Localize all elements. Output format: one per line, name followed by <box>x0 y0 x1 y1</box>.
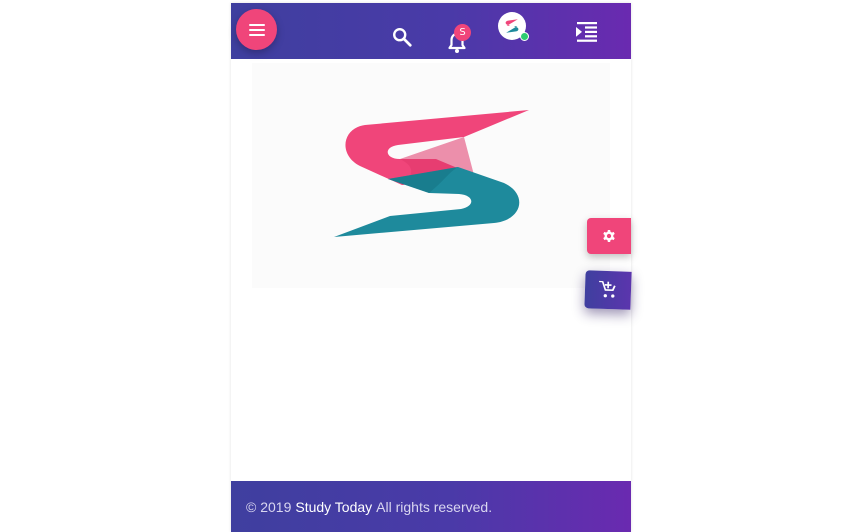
menu-button[interactable] <box>236 9 277 50</box>
hamburger-menu-icon <box>248 23 265 36</box>
gear-icon <box>603 230 615 242</box>
app-frame: S © 2019 Study Today All rights reserved… <box>231 3 631 532</box>
online-status-indicator <box>520 32 529 41</box>
add-to-cart-button[interactable] <box>584 270 632 310</box>
logo-banner <box>252 63 610 288</box>
stylized-s-logo <box>334 110 529 237</box>
toggle-sidebar-button[interactable] <box>575 22 597 42</box>
copyright-text: © 2019 <box>246 498 292 515</box>
notification-badge: S <box>454 24 471 41</box>
top-navbar: S <box>231 3 631 59</box>
settings-button[interactable] <box>587 218 631 254</box>
footer: © 2019 Study Today All rights reserved. <box>231 481 631 532</box>
rights-text: All rights reserved. <box>376 498 493 515</box>
format-indent-icon <box>576 22 597 42</box>
search-button[interactable] <box>391 26 413 48</box>
search-icon <box>393 28 412 47</box>
brand-link[interactable]: Study Today <box>295 499 372 515</box>
add-shopping-cart-icon <box>599 280 616 298</box>
avatar-logo-icon <box>505 19 519 33</box>
